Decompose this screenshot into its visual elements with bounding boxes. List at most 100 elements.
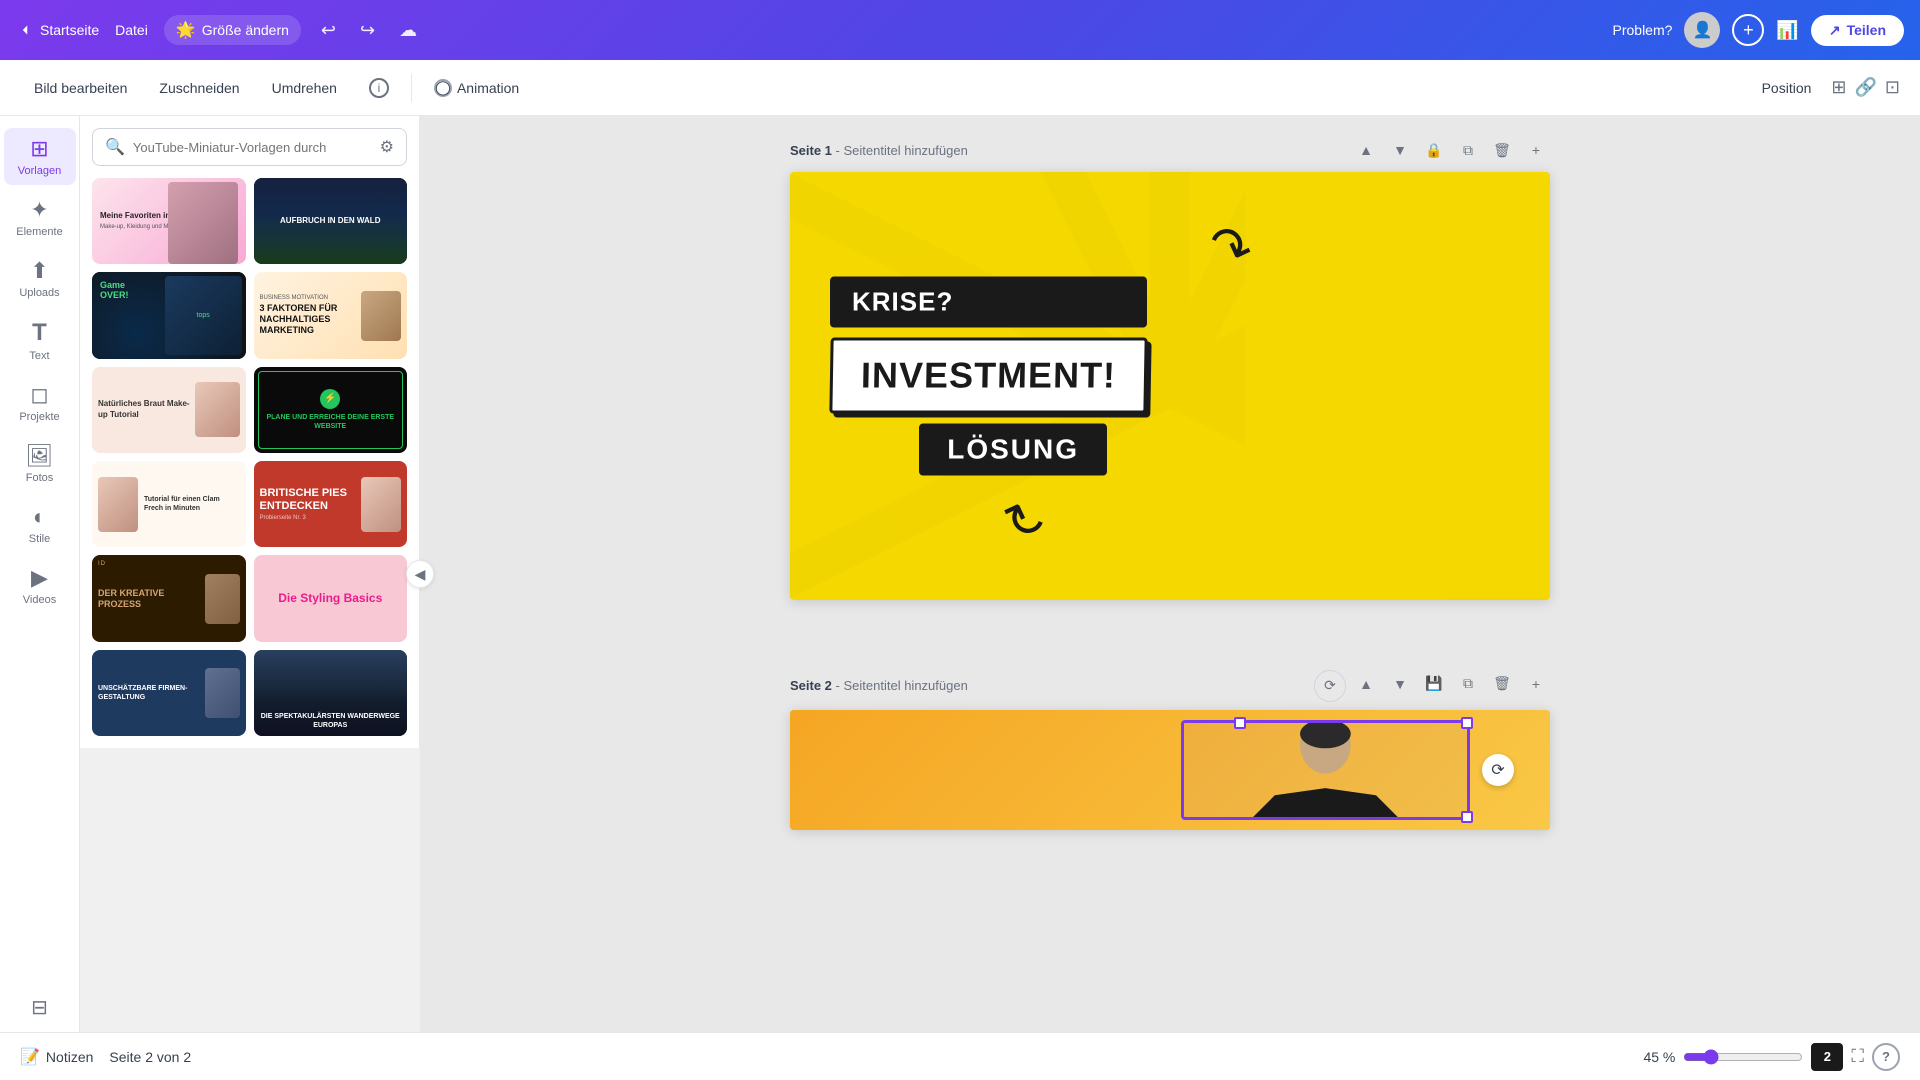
problem-button[interactable]: Problem? bbox=[1613, 22, 1673, 38]
notes-icon: 📝 bbox=[20, 1047, 40, 1067]
grid-icon[interactable]: ⊞ bbox=[1831, 77, 1846, 98]
filter-icon[interactable]: ⚙ bbox=[380, 137, 394, 157]
animation-button[interactable]: ◯ Animation bbox=[420, 73, 533, 103]
template-title: GameOVER! bbox=[100, 280, 129, 300]
template-card[interactable]: Tutorial für einen Clam Frech in Minuten bbox=[92, 461, 246, 547]
page2-duplicate-button[interactable]: ⧉ bbox=[1454, 670, 1482, 698]
avatar[interactable]: 👤 bbox=[1684, 12, 1720, 48]
template-card[interactable]: BUSINESS MOTIVATION 3 FAKTOREN FÜR NACHH… bbox=[254, 272, 408, 358]
resize-handle-bl[interactable] bbox=[1461, 811, 1473, 823]
sidebar-item-photos[interactable]: 🖼 Fotos bbox=[4, 435, 76, 492]
page-2-container: Seite 2 - Seitentitel hinzufügen ⟳ ▲ ▼ 💾… bbox=[790, 670, 1550, 830]
page-down-button[interactable]: ▼ bbox=[1386, 136, 1414, 164]
template-card[interactable]: Natürliches Braut Make-up Tutorial bbox=[92, 367, 246, 453]
sidebar-item-uploads[interactable]: ⬆ Uploads bbox=[4, 250, 76, 307]
redo-button[interactable]: ↪ bbox=[356, 16, 379, 45]
template-title: BRITISCHE PIES ENTDECKEN bbox=[260, 487, 362, 513]
page-2-title: Seite 2 - Seitentitel hinzufügen bbox=[790, 678, 968, 693]
slide-content: KRISE? INVESTMENT! LÖSUNG bbox=[830, 276, 1147, 475]
sidebar-item-templates[interactable]: ⊞ Vorlagen bbox=[4, 128, 76, 185]
rotate-button[interactable]: ⟳ bbox=[1482, 754, 1514, 786]
template-subtitle: Make-up, Kleidung und Musik bbox=[100, 224, 179, 231]
template-title: DER KREATIVE PROZESS bbox=[98, 588, 205, 610]
home-button[interactable]: Startseite bbox=[16, 21, 99, 39]
toolbar-divider bbox=[411, 74, 412, 102]
page-1-header: Seite 1 - Seitentitel hinzufügen ▲ ▼ 🔒 ⧉… bbox=[790, 136, 1550, 164]
page-2-actions: ⟳ ▲ ▼ 💾 ⧉ 🗑 + bbox=[1314, 670, 1550, 702]
template-card[interactable]: AUFBRUCH IN DEN WALD bbox=[254, 178, 408, 264]
template-card[interactable]: Unschätzbare Firmen­gestaltung bbox=[92, 650, 246, 736]
grid-view-icon[interactable]: ⊟ bbox=[31, 995, 48, 1020]
projects-icon: ◻ bbox=[30, 382, 48, 408]
person-image bbox=[1246, 172, 1550, 600]
template-card[interactable]: Die Styling Basics bbox=[254, 555, 408, 641]
file-menu[interactable]: Datei bbox=[115, 22, 148, 38]
page-1-container: Seite 1 - Seitentitel hinzufügen ▲ ▼ 🔒 ⧉… bbox=[790, 136, 1550, 600]
slide-1-canvas[interactable]: KRISE? INVESTMENT! LÖSUNG ↷ ↷ ⧉ 🗑 ··· bbox=[790, 172, 1550, 600]
image-toolbar: Bild bearbeiten Zuschneiden Umdrehen i ◯… bbox=[0, 60, 1920, 116]
investment-text: INVESTMENT! bbox=[829, 337, 1147, 413]
add-collaborator-button[interactable]: + bbox=[1732, 14, 1764, 46]
styles-icon: ◐ bbox=[33, 504, 46, 530]
delete-page-button[interactable]: 🗑 bbox=[1488, 136, 1516, 164]
left-sidebar: ⊞ Vorlagen ✦ Elemente ⬆ Uploads T Text ◻… bbox=[0, 116, 80, 1032]
help-button[interactable]: ? bbox=[1872, 1043, 1900, 1071]
lock-button[interactable]: 🔒 bbox=[1420, 136, 1448, 164]
text-icon: T bbox=[32, 319, 47, 347]
page2-down-button[interactable]: ▼ bbox=[1386, 670, 1414, 698]
page2-up-button[interactable]: ▲ bbox=[1352, 670, 1380, 698]
page2-add-button[interactable]: + bbox=[1522, 670, 1550, 698]
loesung-text: LÖSUNG bbox=[919, 423, 1107, 475]
bottom-bar: 📝 Notizen Seite 2 von 2 45 % 2 ⛶ ? bbox=[0, 1032, 1920, 1080]
page-up-button[interactable]: ▲ bbox=[1352, 136, 1380, 164]
template-card[interactable]: ⚡ PLANE UND ERREICHE DEINE ERSTE WEBSITE bbox=[254, 367, 408, 453]
template-card[interactable]: Meine Favoriten im Juni Make-up, Kleidun… bbox=[92, 178, 246, 264]
template-card[interactable]: GameOVER! tops bbox=[92, 272, 246, 358]
selected-element-box[interactable] bbox=[1181, 720, 1470, 820]
notes-button[interactable]: 📝 Notizen bbox=[20, 1047, 93, 1067]
duplicate-page-button[interactable]: ⧉ bbox=[1454, 136, 1482, 164]
add-page-button[interactable]: + bbox=[1522, 136, 1550, 164]
fullscreen-button[interactable]: ⛶ bbox=[1851, 1046, 1864, 1067]
template-title: DIE SPEKTAKULÄRSTEN WANDERWEGE EUROPAS bbox=[260, 712, 402, 730]
edit-image-button[interactable]: Bild bearbeiten bbox=[20, 74, 141, 102]
search-input[interactable] bbox=[133, 140, 372, 155]
template-tag: ID bbox=[98, 561, 106, 567]
save-cloud-icon[interactable]: ☁ bbox=[395, 16, 421, 45]
resize-button[interactable]: 🌟 Größe ändern bbox=[164, 15, 301, 45]
crop-corner-icon[interactable]: ⊡ bbox=[1885, 77, 1900, 98]
slide-2-canvas[interactable]: ⟳ bbox=[790, 710, 1550, 830]
undo-button[interactable]: ↩ bbox=[317, 16, 340, 45]
sidebar-item-videos[interactable]: ▶ Videos bbox=[4, 557, 76, 614]
resize-handle-tr[interactable] bbox=[1234, 717, 1246, 729]
position-button[interactable]: Position bbox=[1750, 74, 1824, 102]
template-tag: BUSINESS MOTIVATION bbox=[260, 295, 362, 301]
zoom-slider[interactable] bbox=[1683, 1049, 1803, 1065]
page2-delete-button[interactable]: 🗑 bbox=[1488, 670, 1516, 698]
stats-icon[interactable]: 📊 bbox=[1776, 20, 1798, 41]
hide-panel-button[interactable]: ◀ bbox=[406, 560, 434, 588]
template-card[interactable]: BRITISCHE PIES ENTDECKEN Probierseite Nr… bbox=[254, 461, 408, 547]
home-label: Startseite bbox=[40, 22, 99, 38]
sidebar-item-projects[interactable]: ◻ Projekte bbox=[4, 374, 76, 431]
crop-button[interactable]: Zuschneiden bbox=[145, 74, 253, 102]
template-title: AUFBRUCH IN DEN WALD bbox=[272, 208, 388, 234]
sidebar-item-styles[interactable]: ◐ Stile bbox=[4, 496, 76, 553]
template-card[interactable]: ID DER KREATIVE PROZESS bbox=[92, 555, 246, 641]
link-icon[interactable]: 🔗 bbox=[1854, 77, 1876, 98]
sidebar-item-elements[interactable]: ✦ Elemente bbox=[4, 189, 76, 246]
page2-save-button[interactable]: 💾 bbox=[1420, 670, 1448, 698]
sidebar-item-text[interactable]: T Text bbox=[4, 311, 76, 370]
resize-handle-tl[interactable] bbox=[1461, 717, 1473, 729]
animation-icon: ◯ bbox=[434, 79, 452, 97]
template-title: Die Styling Basics bbox=[278, 591, 382, 605]
share-button[interactable]: ↗ Teilen bbox=[1811, 15, 1904, 46]
template-card[interactable]: DIE SPEKTAKULÄRSTEN WANDERWEGE EUROPAS bbox=[254, 650, 408, 736]
page2-refresh-button[interactable]: ⟳ bbox=[1314, 670, 1346, 702]
page-count: 2 bbox=[1811, 1043, 1843, 1071]
info-button[interactable]: i bbox=[355, 72, 403, 104]
photos-icon: 🖼 bbox=[26, 443, 54, 469]
template-title: Unschätzbare Firmen­gestaltung bbox=[98, 684, 205, 702]
flip-button[interactable]: Umdrehen bbox=[258, 74, 351, 102]
canvas-area: Seite 1 - Seitentitel hinzufügen ▲ ▼ 🔒 ⧉… bbox=[420, 116, 1920, 1032]
